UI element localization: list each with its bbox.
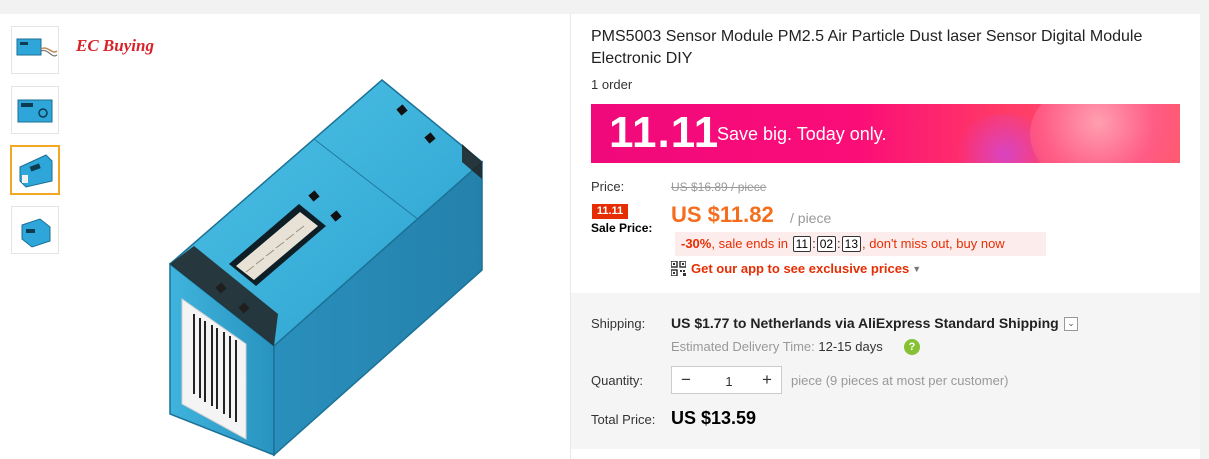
app-link-label: Get our app to see exclusive prices [691,261,910,276]
quantity-label: Quantity: [591,373,644,388]
order-count: 1 order [591,77,633,92]
sale-badge: 11.11 [592,204,628,219]
promo-decoration [1030,104,1180,163]
main-product-image[interactable] [64,14,569,459]
promo-title: 11.11 [609,108,720,157]
quantity-limit-note: piece (9 pieces at most per customer) [791,373,1009,388]
decrease-quantity-button[interactable]: − [674,367,698,393]
sale-countdown: -30%, sale ends in 11:02:13, don't miss … [675,232,1046,256]
brand-watermark: EC Buying [76,36,154,55]
sale-price-label: Sale Price: [591,221,653,235]
promo-subtitle: Save big. Today only. [717,124,887,144]
sale-price: US $11.82 [671,202,774,227]
thumbnail-3-selected[interactable] [10,145,60,195]
increase-quantity-button[interactable]: + [755,367,779,393]
thumbnail-image [12,207,58,253]
thumbnail-4[interactable] [11,206,59,254]
countdown-hours: 11 [792,236,812,252]
price-label: Price: [591,179,625,194]
countdown-minutes: 02 [816,236,837,252]
product-title: PMS5003 Sensor Module PM2.5 Air Particle… [591,28,1143,67]
delivery-days: 12-15 days [818,339,883,354]
quantity-input[interactable] [702,370,756,392]
delivery-estimate: Estimated Delivery Time: 12-15 days [671,339,883,354]
thumbnail-2[interactable] [11,86,59,134]
thumbnail-image [12,147,58,193]
thumbnail-1[interactable] [11,26,59,74]
total-price-label: Total Price: [591,412,656,427]
shipping-method: US $1.77 to Netherlands via AliExpress S… [671,315,1059,331]
thumbnail-image [12,27,58,73]
original-price: US $16.89 / piece [671,180,767,194]
shipping-dropdown-icon[interactable]: ⌄ [1064,317,1078,331]
delivery-label: Estimated Delivery Time: [671,339,815,354]
total-price: US $13.59 [671,408,757,428]
discount-percent: -30% [681,236,712,251]
thumbnail-image [12,87,58,133]
caret-down-icon: ▼ [912,264,922,274]
help-question-icon[interactable]: ? [904,339,920,355]
price-unit: / piece [790,210,832,226]
shipping-label: Shipping: [591,316,646,331]
app-exclusive-link[interactable]: Get our app to see exclusive prices ▼ [670,260,922,279]
quantity-stepper: − + [671,366,782,394]
countdown-tail-text: , don't miss out, buy now [862,236,1005,251]
sensor-module-illustration [168,79,484,457]
promo-banner[interactable]: 11.11 Save big. Today only. [591,104,1180,163]
countdown-seconds: 13 [841,236,862,252]
sale-ends-text: , sale ends in [711,236,788,251]
qr-code-icon [670,260,687,279]
